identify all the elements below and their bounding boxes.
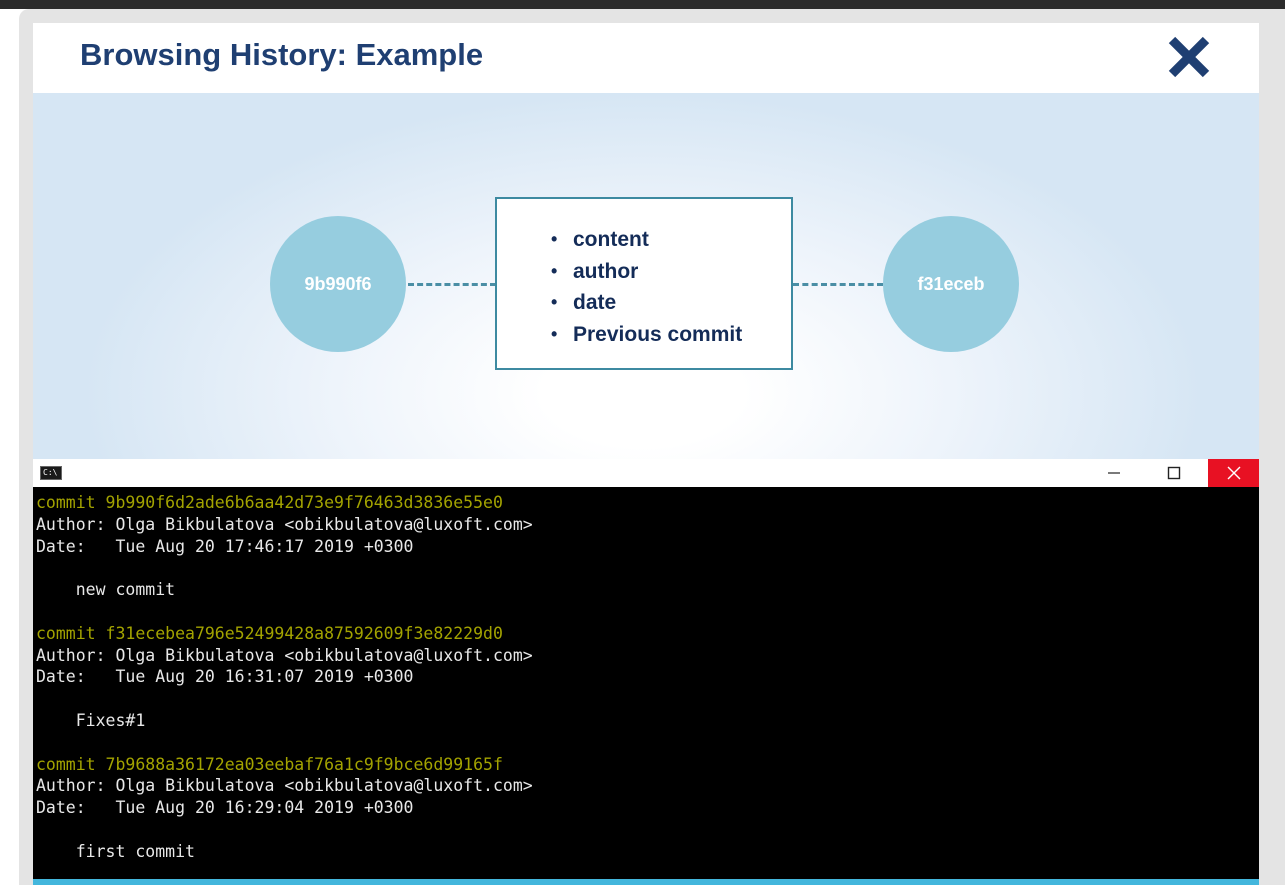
git-log-console[interactable]: commit 9b990f6d2ade6b6aa42d73e9f76463d38… bbox=[33, 487, 1259, 879]
page-title: Browsing History: Example bbox=[80, 37, 484, 72]
commit-node-left: 9b990f6 bbox=[270, 216, 406, 352]
console-line: Date: Tue Aug 20 16:31:07 2019 +0300 bbox=[36, 667, 414, 687]
window-close-button[interactable] bbox=[1208, 459, 1259, 487]
bottom-accent-bar bbox=[33, 879, 1259, 885]
minimize-icon bbox=[1108, 472, 1120, 474]
maximize-icon bbox=[1167, 466, 1181, 480]
console-app-icon: C:\ bbox=[40, 466, 62, 480]
console-commit-line: commit f31ecebea796e52499428a87592609f3e… bbox=[36, 623, 503, 643]
console-commit-line: commit 9b990f6d2ade6b6aa42d73e9f76463d38… bbox=[36, 493, 503, 512]
connector-left bbox=[408, 283, 496, 286]
maximize-button[interactable] bbox=[1151, 459, 1197, 487]
property-item: author bbox=[551, 256, 742, 288]
property-item: Previous commit bbox=[551, 319, 742, 351]
console-commit-line: commit 7b9688a36172ea03eebaf76a1c9f9bce6… bbox=[36, 754, 503, 774]
minimize-button[interactable] bbox=[1091, 459, 1137, 487]
slide-panel: Browsing History: Example 9b990f6 conten… bbox=[33, 23, 1259, 885]
console-line: Author: Olga Bikbulatova <obikbulatova@l… bbox=[36, 776, 533, 796]
console-titlebar: C:\ bbox=[33, 459, 1259, 487]
console-line: Fixes#1 bbox=[36, 710, 146, 730]
console-line: Date: Tue Aug 20 16:29:04 2019 +0300 bbox=[36, 798, 414, 818]
slide-header: Browsing History: Example bbox=[33, 23, 1259, 93]
commit-properties-box: content author date Previous commit bbox=[495, 197, 793, 370]
top-strip bbox=[0, 0, 1285, 9]
connector-right bbox=[793, 283, 883, 286]
property-item: content bbox=[551, 224, 742, 256]
commit-properties-list: content author date Previous commit bbox=[551, 224, 742, 350]
close-icon bbox=[1168, 36, 1210, 78]
property-item: date bbox=[551, 287, 742, 319]
console-line: Date: Tue Aug 20 17:46:17 2019 +0300 bbox=[36, 536, 414, 556]
console-line: first commit bbox=[36, 841, 195, 861]
commit-diagram: 9b990f6 content author date Previous com… bbox=[33, 93, 1259, 459]
close-button[interactable] bbox=[1165, 33, 1213, 81]
commit-node-right: f31eceb bbox=[883, 216, 1019, 352]
window-close-icon bbox=[1227, 466, 1240, 480]
console-line: new commit bbox=[36, 580, 176, 600]
console-line: Author: Olga Bikbulatova <obikbulatova@l… bbox=[36, 645, 533, 665]
console-line: Author: Olga Bikbulatova <obikbulatova@l… bbox=[36, 514, 533, 534]
